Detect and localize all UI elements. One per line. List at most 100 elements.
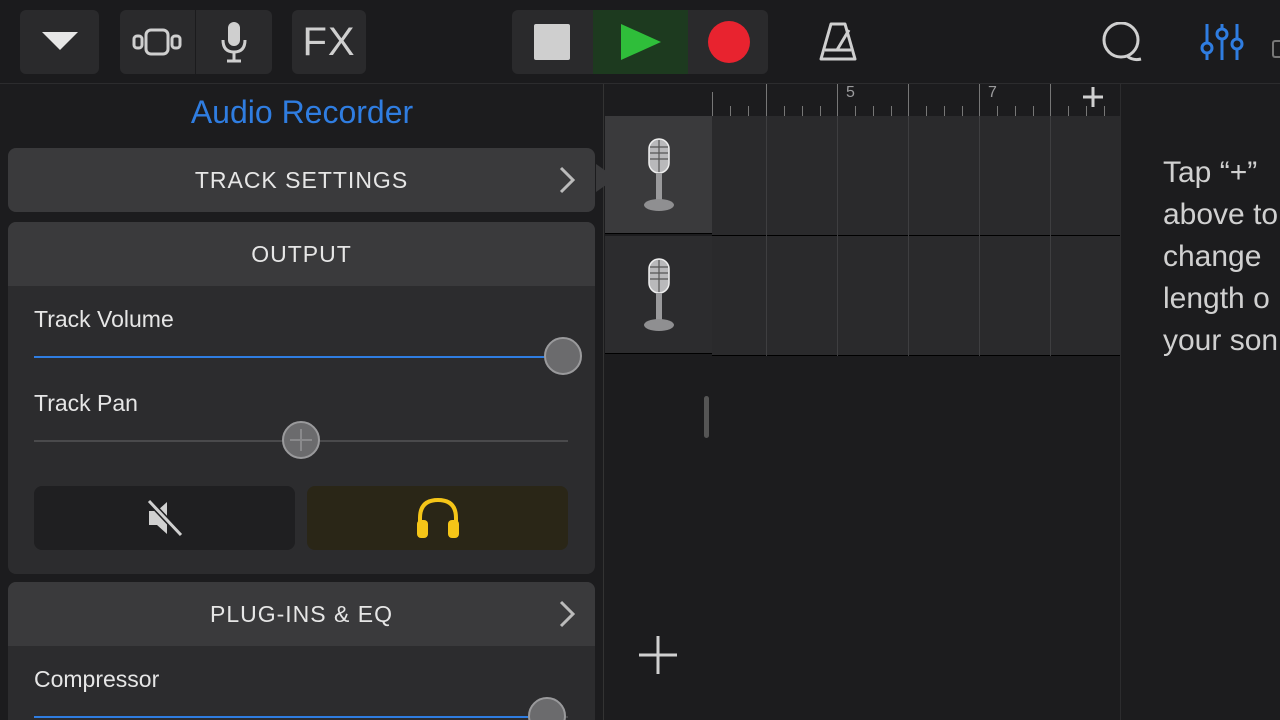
ruler-tick <box>730 106 731 116</box>
bar-line <box>908 116 909 356</box>
output-heading: OUTPUT <box>8 222 595 286</box>
mixer-settings-icon <box>1200 24 1244 60</box>
output-label: OUTPUT <box>251 240 352 267</box>
plugins-eq-section: PLUG-INS & EQ Compressor <box>8 582 595 720</box>
fx-label: FX <box>302 19 356 64</box>
track-volume-slider[interactable] <box>34 337 582 375</box>
track-lane-1[interactable] <box>712 116 1120 236</box>
ruler-tick <box>802 106 803 116</box>
ruler-tick <box>962 106 963 116</box>
ruler-tick <box>766 84 767 116</box>
bar-line <box>766 116 767 356</box>
panel-title: Audio Recorder <box>190 94 414 130</box>
metronome-icon <box>819 22 857 61</box>
ruler-tick <box>997 106 998 116</box>
ruler-tick <box>926 106 927 116</box>
dropdown-icon <box>41 32 78 50</box>
output-section: OUTPUT Track Volume Track Pan <box>8 222 595 574</box>
hint-line-3: change <box>1163 240 1262 273</box>
hint-line-5: your son <box>1163 324 1279 357</box>
browser-dropdown-button[interactable] <box>20 10 99 74</box>
ruler-tick <box>1015 106 1016 116</box>
timeline-area: 5 7 <box>712 84 1120 720</box>
play-icon <box>620 24 661 60</box>
song-length-hint: Tap “+” above to change length o your so… <box>1163 152 1280 362</box>
ruler-tick <box>1068 106 1069 116</box>
loop-browser-button[interactable] <box>1090 10 1152 74</box>
loop-icon <box>1102 22 1142 62</box>
compressor-fill <box>34 716 547 718</box>
track-volume-fill <box>34 356 563 358</box>
plus-icon <box>639 636 677 674</box>
ruler-tick <box>855 106 856 116</box>
fx-button[interactable]: FX <box>292 10 366 74</box>
headphones-icon <box>416 497 459 538</box>
record-icon <box>707 21 750 63</box>
ruler-tick <box>712 92 713 116</box>
track-volume-knob[interactable] <box>544 337 582 375</box>
garageband-window: FX Audio Recorder TRACK SETTINGS OUTPUT … <box>0 0 1280 720</box>
track-pan-slider[interactable] <box>34 421 568 459</box>
ruler-tick <box>873 106 874 116</box>
track-pan-label: Track Pan <box>34 390 138 416</box>
plus-icon <box>1083 87 1103 107</box>
overflow-edge <box>1272 40 1280 58</box>
bar-line <box>979 116 980 356</box>
mute-button[interactable] <box>34 486 295 550</box>
ruler-tick <box>820 106 821 116</box>
center-mark-icon <box>290 429 312 451</box>
bar-ruler[interactable]: 5 7 <box>712 84 1120 116</box>
ruler-tick <box>1050 84 1051 116</box>
compressor-knob[interactable] <box>528 697 566 720</box>
hint-line-4: length o <box>1163 282 1270 315</box>
bar-number-5: 5 <box>846 84 855 101</box>
ruler-tick <box>891 106 892 116</box>
compressor-label: Compressor <box>34 666 160 692</box>
chevron-right-icon <box>559 600 575 628</box>
resize-handle[interactable] <box>704 396 709 438</box>
track-settings-label: TRACK SETTINGS <box>194 166 409 193</box>
metronome-button[interactable] <box>806 10 870 74</box>
play-button[interactable] <box>593 10 688 74</box>
hint-line-2: above to <box>1163 198 1279 231</box>
mixer-settings-button[interactable] <box>1190 10 1254 74</box>
track-controls-panel: Audio Recorder TRACK SETTINGS OUTPUT Tra… <box>0 84 616 720</box>
track-volume-label: Track Volume <box>34 306 174 332</box>
hint-line-1: Tap “+” <box>1163 156 1258 189</box>
bar-line <box>1050 116 1051 356</box>
ruler-tick <box>837 84 838 116</box>
track-header-1[interactable] <box>605 116 712 234</box>
bar-number-7: 7 <box>988 84 997 101</box>
add-track-button[interactable] <box>637 634 679 681</box>
record-button[interactable] <box>689 10 768 74</box>
solo-headphones-button[interactable] <box>307 486 568 550</box>
tracks-view-icon <box>132 28 182 56</box>
ruler-tick <box>784 106 785 116</box>
chevron-right-icon <box>559 166 575 194</box>
microphone-icon <box>643 137 674 211</box>
ruler-tick <box>908 84 909 116</box>
compressor-slider[interactable] <box>34 697 568 720</box>
ruler-tick <box>979 84 980 116</box>
track-header-2[interactable] <box>605 236 712 354</box>
ruler-tick <box>944 106 945 116</box>
stop-button[interactable] <box>512 10 592 74</box>
track-headers-column <box>605 84 712 720</box>
tracks-view-button[interactable] <box>120 10 194 74</box>
track-lane-2[interactable] <box>712 236 1120 356</box>
add-section-button[interactable] <box>1082 86 1104 113</box>
track-pan-knob[interactable] <box>282 421 320 459</box>
ruler-tick <box>748 106 749 116</box>
ruler-tick <box>1033 106 1034 116</box>
song-length-hint-panel: Tap “+” above to change length o your so… <box>1120 84 1280 720</box>
microphone-icon <box>643 257 674 331</box>
top-toolbar: FX <box>0 0 1280 84</box>
stop-icon <box>534 24 570 60</box>
ruler-tick <box>1104 106 1105 116</box>
plugins-eq-button[interactable]: PLUG-INS & EQ <box>8 582 595 646</box>
input-microphone-button[interactable] <box>196 10 272 74</box>
speaker-muted-icon <box>146 499 183 537</box>
microphone-icon <box>221 22 247 63</box>
track-settings-button[interactable]: TRACK SETTINGS <box>8 148 595 212</box>
bar-line <box>837 116 838 356</box>
